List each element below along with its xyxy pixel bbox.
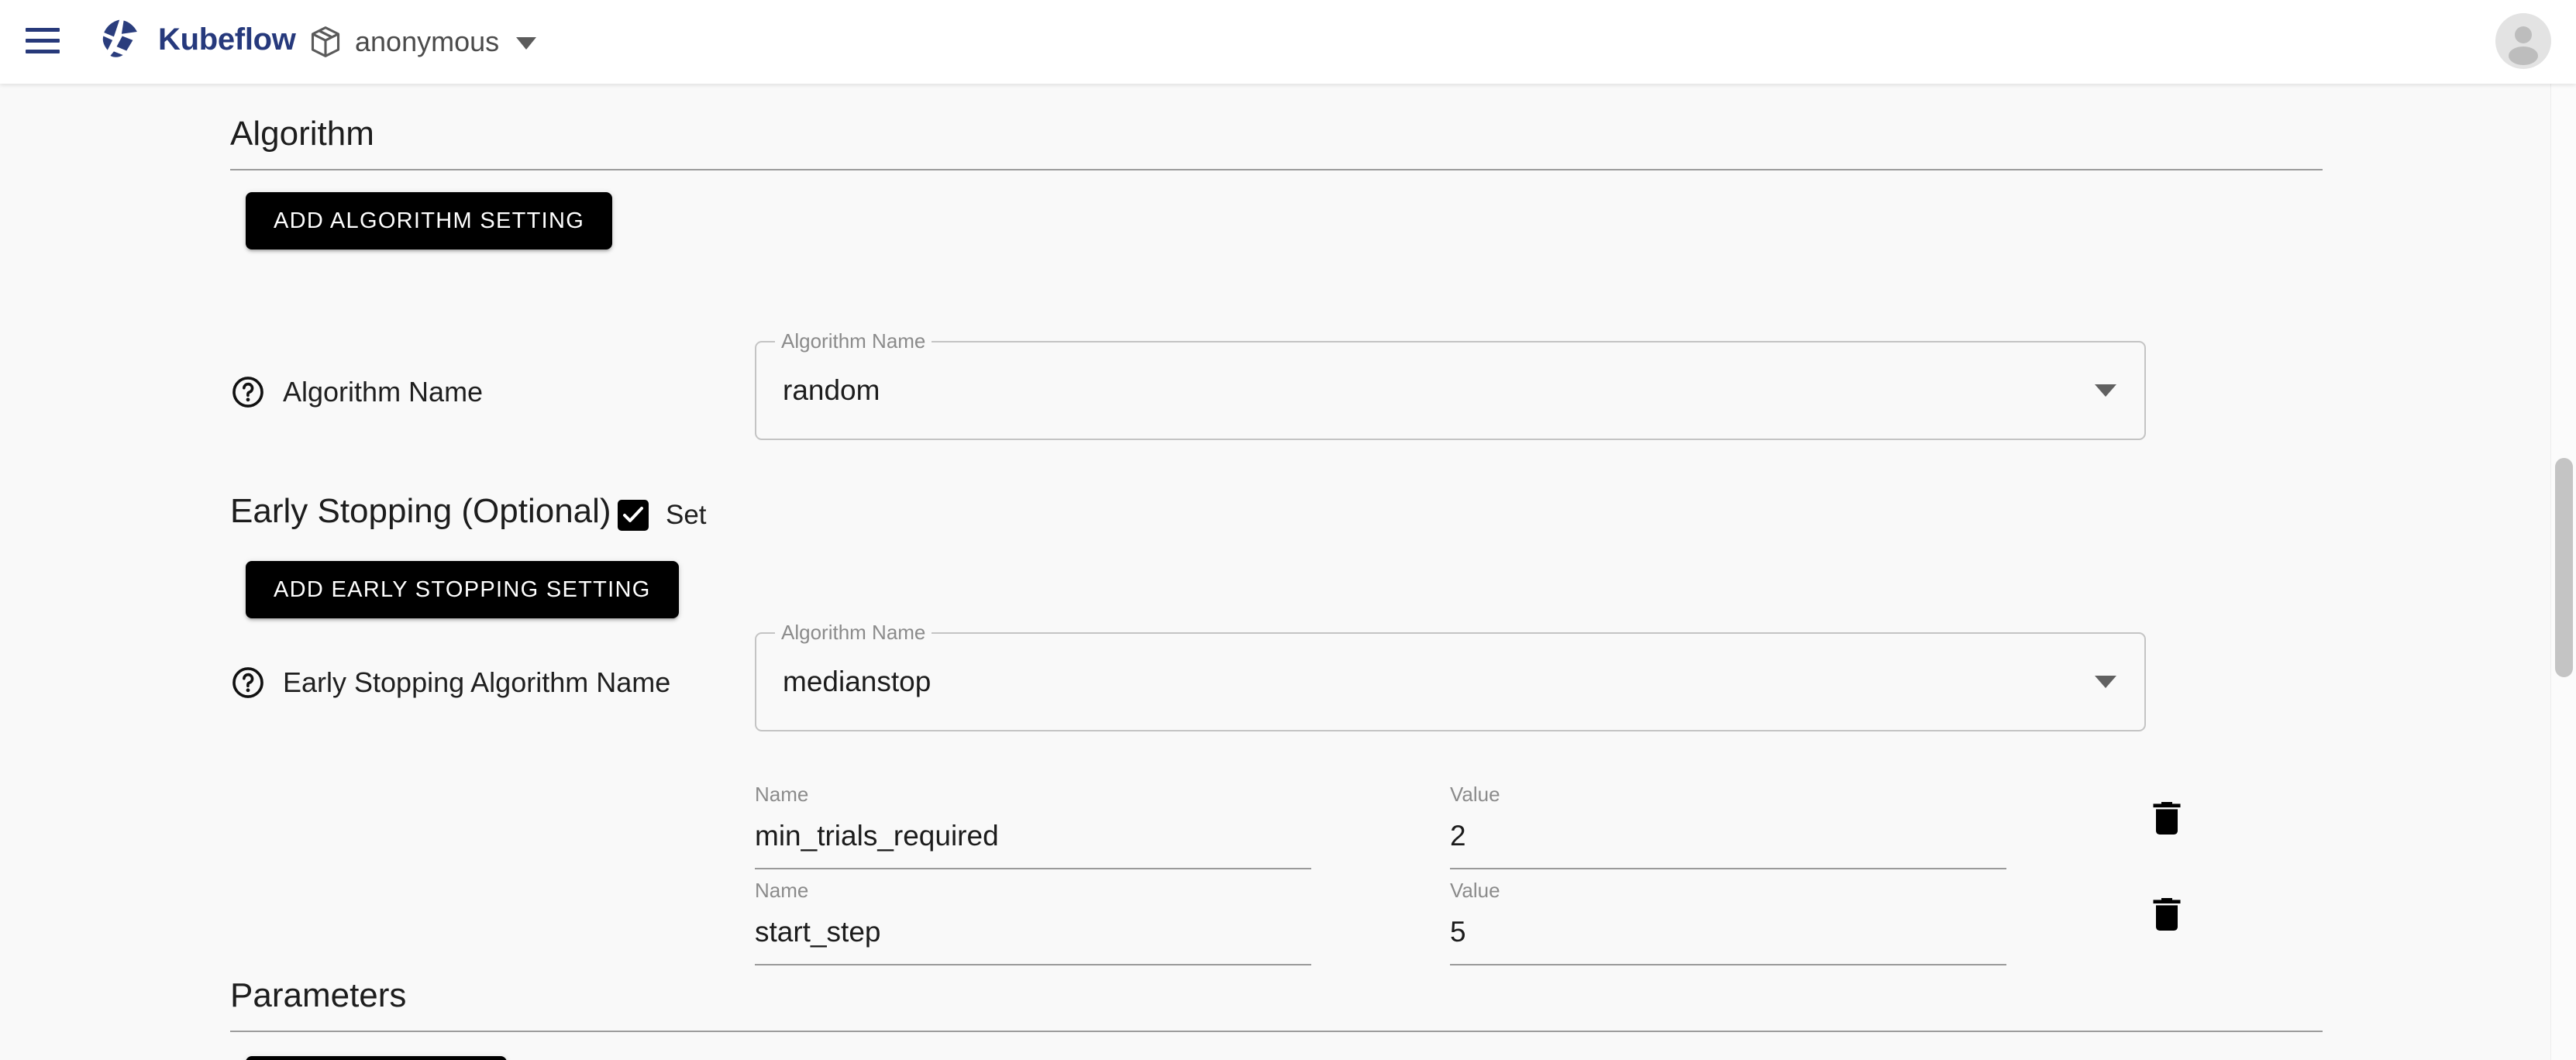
add-parameter-button[interactable]: ADD PARAMETER (246, 1056, 507, 1060)
setting-name-field-1[interactable]: Name start_step (755, 880, 1311, 965)
parameters-section-title: Parameters (230, 976, 407, 1014)
trash-delete-icon (2153, 898, 2181, 931)
package-cube-icon (311, 26, 340, 57)
field-underline (755, 964, 1311, 965)
setting-name-field-0[interactable]: Name min_trials_required (755, 784, 1311, 869)
early-stopping-set-label: Set (666, 500, 707, 530)
field-underline (755, 868, 1311, 869)
namespace-label: anonymous (355, 26, 500, 57)
field-label: Value (1450, 879, 1500, 902)
algorithm-name-select[interactable]: Algorithm Name random (755, 331, 2146, 440)
dropdown-arrow-icon (2095, 676, 2116, 688)
select-outline (755, 632, 2146, 731)
field-value: 2 (1450, 821, 1466, 852)
user-avatar-icon (2509, 26, 2538, 65)
hamburger-bar (26, 28, 60, 32)
user-avatar[interactable] (2495, 13, 2551, 69)
trash-delete-icon (2153, 802, 2181, 835)
add-early-stopping-setting-button[interactable]: ADD EARLY STOPPING SETTING (246, 561, 679, 618)
kubeflow-brand-link[interactable]: Kubeflow (98, 17, 296, 62)
early-stopping-algorithm-label: Early Stopping Algorithm Name (283, 666, 671, 698)
delete-setting-button-1[interactable] (2145, 893, 2189, 936)
add-algorithm-setting-button[interactable]: ADD ALGORITHM SETTING (246, 192, 613, 250)
hamburger-bar (26, 39, 60, 43)
setting-value-field-1[interactable]: Value 5 (1450, 880, 2006, 965)
namespace-selector[interactable]: anonymous (301, 20, 544, 64)
algorithm-name-select-value: random (783, 374, 880, 406)
field-value: min_trials_required (755, 821, 999, 852)
field-value: 5 (1450, 917, 1466, 948)
algorithm-name-label-row: Algorithm Name (230, 374, 483, 410)
delete-setting-button-0[interactable] (2145, 797, 2189, 840)
parameters-section-header: Parameters (230, 979, 2323, 1032)
field-label: Value (1450, 783, 1500, 806)
field-label: Name (755, 783, 809, 806)
early-stopping-select-legend: Algorithm Name (775, 622, 932, 642)
help-circle-icon[interactable] (230, 665, 266, 700)
top-header-bar: Kubeflow anonymous (0, 0, 2576, 84)
early-stopping-section-title: Early Stopping (Optional) (230, 492, 611, 530)
help-circle-icon[interactable] (230, 374, 266, 410)
experiment-form-scroll-area[interactable]: Algorithm ADD ALGORITHM SETTING Algorith… (0, 84, 2576, 1060)
field-underline (1450, 964, 2006, 965)
select-outline (755, 341, 2146, 440)
field-underline (1450, 868, 2006, 869)
dropdown-arrow-icon (2095, 384, 2116, 397)
kubeflow-logo-icon (100, 18, 142, 60)
section-divider (230, 169, 2323, 170)
early-stopping-algorithm-select[interactable]: Algorithm Name medianstop (755, 622, 2146, 731)
field-label: Name (755, 879, 809, 902)
checkbox-box (618, 500, 649, 531)
checkmark-icon (623, 507, 643, 522)
chevron-down-icon (516, 37, 537, 50)
algorithm-name-label: Algorithm Name (283, 376, 484, 408)
field-value: start_step (755, 917, 881, 948)
early-stopping-select-value: medianstop (783, 666, 932, 697)
algorithm-section-title: Algorithm (230, 115, 374, 153)
algorithm-section-header: Algorithm (230, 117, 2323, 170)
early-stopping-set-checkbox[interactable]: Set (618, 500, 707, 531)
section-divider (230, 1031, 2323, 1032)
vertical-scrollbar-track[interactable] (2550, 84, 2576, 1060)
algorithm-name-select-legend: Algorithm Name (775, 331, 932, 351)
vertical-scrollbar-thumb[interactable] (2555, 458, 2573, 677)
brand-title: Kubeflow (158, 22, 296, 57)
hamburger-menu-icon[interactable] (26, 28, 60, 54)
setting-value-field-0[interactable]: Value 2 (1450, 784, 2006, 869)
hamburger-bar (26, 50, 60, 53)
early-stopping-algorithm-label-row: Early Stopping Algorithm Name (230, 665, 670, 700)
